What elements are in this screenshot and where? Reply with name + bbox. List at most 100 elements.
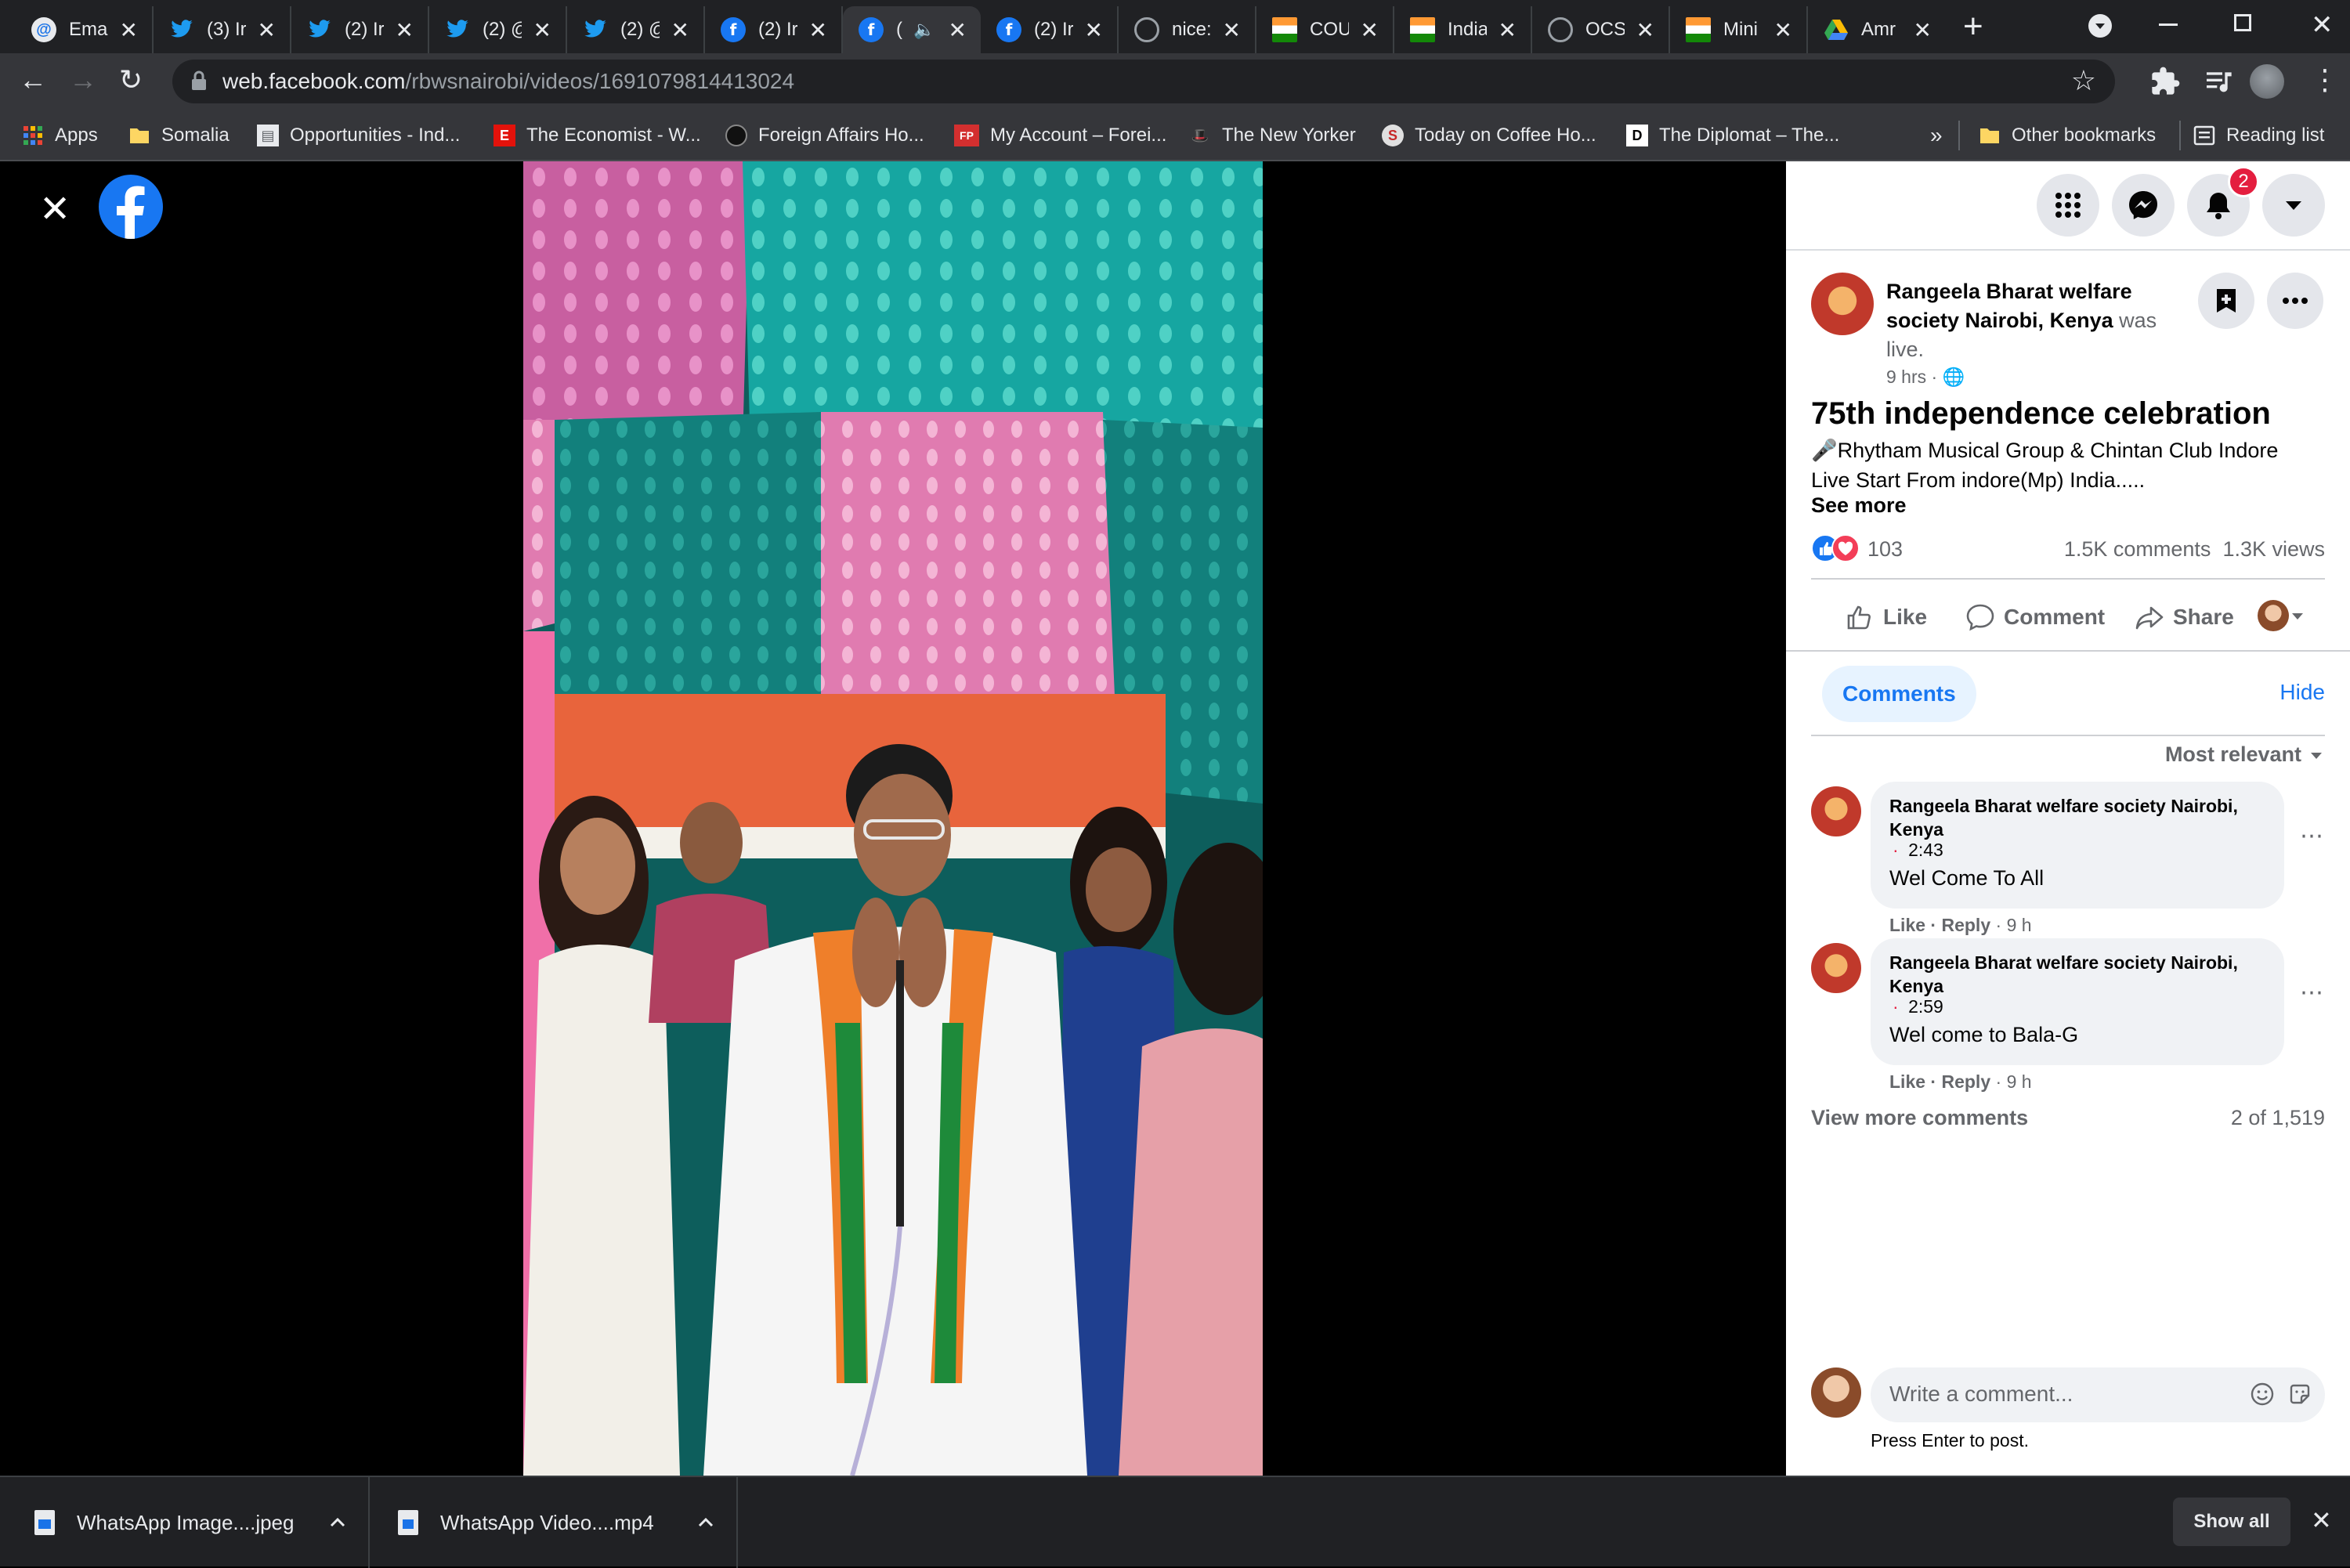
reading-list-button[interactable]: Reading list — [2193, 122, 2324, 149]
bookmark-new-yorker[interactable]: 🎩 The New Yorker — [1189, 122, 1356, 149]
close-tab-icon[interactable]: ✕ — [671, 17, 689, 43]
post-author-name[interactable]: Rangeela Bharat welfare society Nairobi,… — [1886, 280, 2132, 332]
close-viewer-icon[interactable]: ✕ — [39, 191, 70, 229]
messenger-button[interactable] — [2112, 174, 2175, 237]
like-button[interactable]: Like — [1844, 602, 1927, 633]
close-tab-icon[interactable]: ✕ — [258, 17, 276, 43]
reload-icon[interactable]: ↻ — [119, 64, 143, 96]
close-tab-icon[interactable]: ✕ — [533, 17, 551, 43]
bookmark-foreign-policy[interactable]: FP My Account – Forei... — [954, 122, 1166, 149]
lock-icon[interactable] — [191, 70, 207, 91]
browser-tab[interactable]: nice: ✕ — [1119, 6, 1256, 53]
star-bookmark-icon[interactable]: ☆ — [2071, 64, 2096, 97]
browser-tab[interactable]: Mini ✕ — [1670, 6, 1808, 53]
restore-icon[interactable] — [2234, 14, 2251, 31]
hide-comments-link[interactable]: Hide — [2280, 680, 2325, 705]
comment-count[interactable]: 1.5K comments — [2064, 537, 2211, 561]
close-tab-icon[interactable]: ✕ — [1914, 17, 1932, 43]
show-all-downloads-button[interactable]: Show all — [2173, 1498, 2290, 1546]
bookmark-somalia[interactable]: Somalia — [128, 122, 230, 149]
bookmarks-overflow-chevron[interactable]: » — [1930, 122, 1943, 149]
comment-like-link[interactable]: Like — [1889, 1071, 1925, 1092]
browser-tab[interactable]: India ✕ — [1394, 6, 1532, 53]
comment-options-icon[interactable]: ⋯ — [2300, 979, 2323, 1006]
close-tab-icon[interactable]: ✕ — [1774, 17, 1792, 43]
share-button[interactable]: Share — [2134, 602, 2234, 633]
download-item[interactable]: WhatsApp Video....mp4 — [370, 1477, 738, 1568]
save-post-button[interactable] — [2198, 273, 2254, 329]
page-avatar[interactable] — [1811, 273, 1874, 335]
browser-tab[interactable]: (2) @ ✕ — [567, 6, 705, 53]
browser-tab[interactable]: (2) Ir ✕ — [291, 6, 429, 53]
extensions-puzzle-icon[interactable] — [2149, 66, 2181, 97]
chevron-up-icon[interactable] — [694, 1511, 718, 1534]
close-tab-icon[interactable]: ✕ — [809, 17, 827, 43]
comment-input[interactable]: Write a comment... — [1871, 1367, 2325, 1422]
comment-age[interactable]: · 9 h — [1996, 1071, 2032, 1092]
account-menu-button[interactable] — [2262, 174, 2325, 237]
close-tab-icon[interactable]: ✕ — [949, 17, 967, 43]
comment-author[interactable]: Rangeela Bharat welfare society Nairobi,… — [1889, 951, 2265, 998]
browser-tab-active[interactable]: f ( 🔈 ✕ — [843, 6, 981, 53]
chrome-menu-icon[interactable]: ⋮ — [2311, 63, 2339, 97]
close-tab-icon[interactable]: ✕ — [1223, 17, 1241, 43]
sticker-icon[interactable] — [2287, 1382, 2312, 1407]
new-tab-icon[interactable]: + — [1963, 9, 1983, 44]
media-control-icon[interactable] — [2203, 66, 2234, 97]
see-more-link[interactable]: See more — [1811, 493, 1907, 518]
comment-avatar[interactable] — [1811, 943, 1861, 993]
tab-comments[interactable]: Comments — [1822, 666, 1976, 722]
close-tab-icon[interactable]: ✕ — [1499, 17, 1517, 43]
browser-tab[interactable]: (2) @ ✕ — [429, 6, 567, 53]
speaker-icon[interactable]: 🔈 — [913, 20, 935, 40]
emoji-icon[interactable] — [2250, 1382, 2275, 1407]
browser-tab[interactable]: f (2) Ir ✕ — [981, 6, 1119, 53]
comment-reply-link[interactable]: Reply — [1941, 915, 1990, 935]
minimize-icon[interactable] — [2159, 23, 2178, 26]
comment-timestamp-link[interactable]: · 2:59 — [1893, 998, 2265, 1016]
download-item[interactable]: WhatsApp Image....jpeg — [0, 1477, 370, 1568]
close-tab-icon[interactable]: ✕ — [396, 17, 414, 43]
close-tab-icon[interactable]: ✕ — [1361, 17, 1379, 43]
forward-arrow-icon[interactable]: → — [69, 64, 97, 96]
post-options-button[interactable] — [2267, 273, 2323, 329]
address-bar[interactable]: web.facebook.com/rbwsnairobi/videos/1691… — [172, 60, 2115, 103]
close-download-bar-icon[interactable]: ✕ — [2311, 1505, 2332, 1535]
reaction-count[interactable]: 103 — [1867, 537, 1903, 562]
love-reaction-icon[interactable] — [1831, 534, 1860, 562]
close-tab-icon[interactable]: ✕ — [1085, 17, 1103, 43]
browser-tab[interactable]: @ Ema ✕ — [16, 6, 154, 53]
comment-sort-dropdown[interactable]: Most relevant — [2165, 742, 2325, 767]
user-avatar[interactable] — [1811, 1367, 1861, 1418]
comment-button[interactable]: Comment — [1965, 602, 2105, 633]
browser-tab[interactable]: Amr ✕ — [1808, 6, 1946, 53]
bookmark-apps[interactable]: Apps — [22, 122, 98, 149]
bookmark-coffee-house[interactable]: S Today on Coffee Ho... — [1382, 122, 1596, 149]
bookmark-economist[interactable]: E The Economist - W... — [494, 122, 701, 149]
tab-search-icon[interactable] — [2088, 14, 2112, 38]
comment-options-icon[interactable]: ⋯ — [2300, 822, 2323, 850]
browser-tab[interactable]: f (2) Ir ✕ — [705, 6, 843, 53]
live-video-frame[interactable] — [523, 161, 1263, 1476]
browser-tab[interactable]: OCS ✕ — [1532, 6, 1670, 53]
reaction-as-selector[interactable] — [2258, 600, 2306, 631]
menu-grid-button[interactable] — [2037, 174, 2099, 237]
close-window-icon[interactable]: ✕ — [2311, 9, 2334, 41]
comment-author[interactable]: Rangeela Bharat welfare society Nairobi,… — [1889, 794, 2265, 841]
browser-tab[interactable]: COU ✕ — [1256, 6, 1394, 53]
comment-age[interactable]: · 9 h — [1996, 915, 2032, 935]
facebook-logo-icon[interactable] — [99, 175, 163, 239]
comment-timestamp-link[interactable]: · 2:43 — [1893, 841, 2265, 859]
browser-tab[interactable]: (3) Ir ✕ — [154, 6, 291, 53]
bookmark-diplomat[interactable]: D The Diplomat – The... — [1626, 122, 1839, 149]
profile-avatar[interactable] — [2250, 64, 2284, 99]
close-tab-icon[interactable]: ✕ — [1636, 17, 1654, 43]
bookmark-opportunities[interactable]: ▤ Opportunities - Ind... — [257, 122, 460, 149]
chevron-up-icon[interactable] — [326, 1511, 349, 1534]
view-more-comments-link[interactable]: View more comments — [1811, 1106, 2028, 1130]
close-tab-icon[interactable]: ✕ — [120, 17, 138, 43]
back-arrow-icon[interactable]: ← — [19, 64, 47, 96]
bookmark-foreign-affairs[interactable]: Foreign Affairs Ho... — [725, 122, 924, 149]
bookmark-other[interactable]: Other bookmarks — [1979, 122, 2156, 149]
comment-like-link[interactable]: Like — [1889, 915, 1925, 935]
